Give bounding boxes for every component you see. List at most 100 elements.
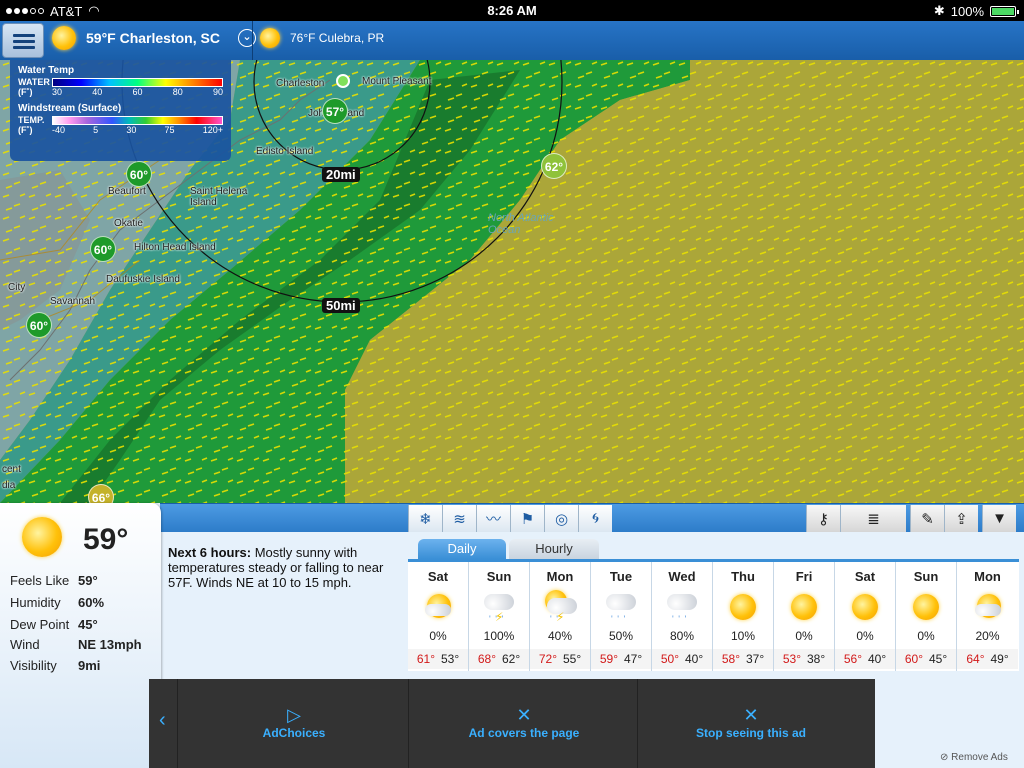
remove-ads-link[interactable]: ⊘ Remove Ads [940, 752, 1008, 763]
forecast-day[interactable]: Sun 0% 60° 45° [896, 562, 957, 671]
forecast-day[interactable]: Tue ' ' ' 50% 59° 47° [591, 562, 652, 671]
secondary-location-label: 76°F Culebra, PR [290, 31, 385, 45]
hurricane-layer-icon[interactable]: 🌀︎ [578, 505, 612, 532]
water-unit: (F˚) [18, 87, 33, 97]
forecast-day[interactable]: Thu 10% 58° 37° [713, 562, 774, 671]
close-icon: ✕ [516, 705, 532, 725]
location-divider [252, 21, 253, 60]
low-temp: 47° [624, 652, 643, 666]
place-label: cent [2, 464, 21, 475]
forecast-day[interactable]: Sat 0% 61° 53° [408, 562, 469, 671]
ad-divider [408, 679, 409, 768]
forecast-day[interactable]: Wed ' ' ' 80% 50° 40° [652, 562, 713, 671]
share-icon[interactable]: ⇪ [944, 505, 978, 532]
wind-temp-pin[interactable]: 60° [126, 161, 152, 187]
condition-row: Humidity 60% [10, 595, 104, 610]
wind-layer-icon[interactable]: ≋ [442, 505, 476, 532]
forecast-day[interactable]: Mon ⚡︎ ' ' 40% 72° 55° [530, 562, 591, 671]
water-key: WATER [18, 77, 50, 87]
wind-temp-pin[interactable]: 66° [88, 484, 114, 503]
condition-value: 60% [78, 595, 105, 610]
precip-chance: 40% [547, 629, 573, 643]
waves-layer-icon[interactable]: 〰 [476, 505, 510, 532]
high-temp: 59° [599, 652, 618, 666]
high-temp: 64° [966, 652, 985, 666]
range-ring-label: 50mi [322, 298, 360, 313]
key-icon[interactable]: ⚷ [806, 505, 840, 532]
sun-icon [22, 517, 62, 557]
wind-tick: 75 [164, 125, 175, 135]
high-temp: 68° [477, 652, 496, 666]
condition-label: Feels Like [10, 573, 70, 588]
condition-value: 59° [78, 573, 98, 588]
tab-daily[interactable]: Daily [418, 539, 506, 559]
forecast-day[interactable]: Sun ⚡︎ ' ' ' 100% 68° 62° [469, 562, 530, 671]
condition-row: Visibility 9mi [10, 658, 100, 673]
low-temp: 38° [807, 652, 826, 666]
remove-ads-label: Remove Ads [951, 752, 1008, 763]
ad-banner[interactable]: ‹ ▷ AdChoices ✕ Ad covers the page ✕ Sto… [149, 679, 875, 768]
precip-chance: 50% [608, 629, 634, 643]
high-temp: 61° [416, 652, 435, 666]
condition-label: Visibility [10, 658, 57, 673]
back-arrow-icon[interactable]: ‹ [159, 709, 166, 732]
condition-row: Dew Point 45° [10, 617, 98, 632]
sun-thunderstorm-icon: ⚡︎ ' ' [543, 590, 577, 624]
satellite-layer-icon[interactable]: ◎ [544, 505, 578, 532]
wind-temp-pin[interactable]: 60° [90, 236, 116, 262]
layers-icon[interactable]: ≣ [840, 505, 906, 532]
precip-chance: 0% [795, 629, 813, 643]
wind-tick: 5 [93, 125, 99, 135]
secondary-location[interactable]: 76°F Culebra, PR [260, 28, 384, 48]
pencil-icon[interactable]: ✎ [910, 505, 944, 532]
wind-temp-pin[interactable]: 60° [26, 312, 52, 338]
low-temp: 55° [563, 652, 582, 666]
precip-chance: 0% [856, 629, 874, 643]
precip-layer-icon[interactable]: ❄ [408, 505, 442, 532]
place-label: City [8, 282, 26, 293]
adchoices-button[interactable]: ▷ AdChoices [249, 705, 339, 740]
ocean-label: North Atlantic Ocean [488, 212, 554, 236]
day-name: Mon [974, 569, 1001, 584]
ad-covers-page-button[interactable]: ✕ Ad covers the page [449, 705, 599, 740]
thunderstorm-icon: ⚡︎ ' ' ' [482, 590, 516, 624]
condition-value: NE 13mph [78, 637, 142, 652]
status-bar: AT&T ◠ 8:26 AM ✱ 100% [0, 0, 1024, 21]
close-icon: ✕ [743, 705, 759, 725]
wind-tick: 30 [126, 125, 137, 135]
wind-temp-pin[interactable]: 62° [541, 153, 567, 179]
day-name: Mon [546, 569, 574, 584]
primary-location[interactable]: 59°F Charleston, SC ⌄ [52, 26, 256, 50]
water-temp-scale [52, 77, 223, 87]
weather-map[interactable]: Water Temp WATER (F˚) 30 40 60 80 90 Win… [0, 60, 1024, 503]
warnings-layer-icon[interactable]: ⚑ [510, 505, 544, 532]
day-name: Wed [668, 569, 696, 584]
windstream-title: Windstream (Surface) [18, 103, 122, 114]
partly-sunny-icon [421, 590, 455, 624]
wind-tick: 120+ [202, 125, 223, 135]
ad-divider [177, 679, 178, 768]
day-name: Sun [486, 569, 512, 584]
wind-key: TEMP. [18, 115, 45, 125]
chevron-down-icon[interactable]: ⌄ [237, 29, 256, 47]
location-bar: 59°F Charleston, SC ⌄ 76°F Culebra, PR [0, 21, 1024, 60]
forecast-day[interactable]: Mon 20% 64° 49° [957, 562, 1018, 671]
water-tick: 60 [132, 87, 143, 97]
menu-button[interactable] [2, 23, 44, 58]
place-label: Saint Helena Island [190, 186, 248, 208]
wind-temp-pin[interactable]: 57° [322, 98, 348, 124]
map-legend: Water Temp WATER (F˚) 30 40 60 80 90 Win… [10, 60, 231, 161]
forecast-day[interactable]: Fri 0% 53° 38° [774, 562, 835, 671]
tab-hourly[interactable]: Hourly [509, 539, 599, 559]
collapse-icon[interactable]: ▼ [982, 505, 1016, 532]
high-temp: 72° [538, 652, 557, 666]
forecast-tabs: Daily Hourly [418, 539, 599, 559]
water-tick: 30 [52, 87, 63, 97]
precip-chance: 20% [975, 629, 1000, 643]
place-label: Charleston [276, 78, 325, 89]
adchoices-icon: ▷ [287, 705, 301, 725]
wind-tick: -40 [52, 125, 66, 135]
place-label: dia [2, 480, 16, 491]
stop-seeing-ad-button[interactable]: ✕ Stop seeing this ad [676, 705, 826, 740]
forecast-day[interactable]: Sat 0% 56° 40° [835, 562, 896, 671]
